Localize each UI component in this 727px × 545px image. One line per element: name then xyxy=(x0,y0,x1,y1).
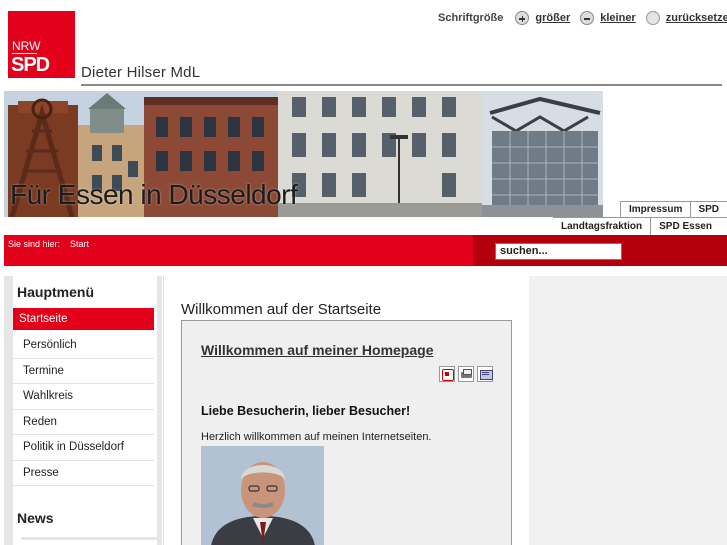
font-larger-label: größer xyxy=(535,12,571,24)
impressum-link[interactable]: Impressum xyxy=(621,204,690,215)
page: NRW SPD Schriftgröße größer kleiner zurü… xyxy=(0,0,727,545)
font-reset-button[interactable]: zurücksetzen xyxy=(645,11,727,25)
font-larger-button[interactable]: größer xyxy=(515,11,570,25)
spd-link[interactable]: SPD xyxy=(690,204,727,215)
email-icon[interactable] xyxy=(477,366,493,382)
sidebar-item-reden[interactable]: Reden xyxy=(13,410,154,435)
font-smaller-label: kleiner xyxy=(600,12,636,24)
sidebar-item-wahlkreis[interactable]: Wahlkreis xyxy=(13,384,154,410)
top-links-row-2: Landtagsfraktion SPD Essen xyxy=(553,217,727,235)
glass-building-graphic xyxy=(482,91,603,217)
spd-logo[interactable]: NRW SPD xyxy=(8,11,75,78)
font-size-label: Schriftgröße xyxy=(438,12,504,24)
sidebar-item-politik[interactable]: Politik in Düsseldorf xyxy=(13,435,154,461)
white-building-graphic xyxy=(278,91,482,217)
main-menu-title: Hauptmenü xyxy=(17,284,94,300)
portrait-photo xyxy=(201,446,324,545)
main-menu: Startseite Persönlich Termine Wahlkreis … xyxy=(13,308,154,486)
print-icon[interactable] xyxy=(458,366,474,382)
landtagsfraktion-link[interactable]: Landtagsfraktion xyxy=(553,221,650,232)
header-banner: Für Essen in Düsseldorf xyxy=(4,91,603,217)
sidebar-item-persoenlich[interactable]: Persönlich xyxy=(13,333,154,359)
plus-circle-icon xyxy=(515,11,530,25)
banner-slogan: Für Essen in Düsseldorf xyxy=(10,179,298,210)
article-greeting: Liebe Besucherin, lieber Besucher! xyxy=(201,404,411,418)
search-input[interactable]: suchen... xyxy=(495,243,622,260)
logo-spd-text: SPD xyxy=(11,54,50,76)
breadcrumb-start-link[interactable]: Start xyxy=(70,239,89,249)
font-size-tools: Schriftgröße größer kleiner zurücksetzen xyxy=(438,10,727,26)
font-reset-label: zurücksetzen xyxy=(665,12,727,24)
article-text: Herzlich willkommen auf meinen Internets… xyxy=(201,431,432,443)
article-box: Willkommen auf meiner Homepage Liebe Bes… xyxy=(181,320,512,545)
article-heading-link[interactable]: Willkommen auf meiner Homepage xyxy=(201,342,433,358)
breadcrumb-bar: Sie sind hier: Start suchen... xyxy=(4,235,727,266)
site-title: Dieter Hilser MdL xyxy=(81,64,201,81)
portrait-image xyxy=(201,446,324,545)
breadcrumb: Sie sind hier: Start xyxy=(8,239,89,249)
sidebar-item-termine[interactable]: Termine xyxy=(13,359,154,384)
minus-circle-icon xyxy=(580,11,595,25)
spd-essen-link[interactable]: SPD Essen xyxy=(651,221,720,232)
article-tools xyxy=(439,366,493,382)
sidebar-item-startseite[interactable]: Startseite xyxy=(13,308,154,330)
sidebar-item-presse[interactable]: Presse xyxy=(13,461,154,486)
logo-nrw-text: NRW xyxy=(12,39,41,53)
pdf-icon[interactable] xyxy=(439,366,455,382)
reset-circle-icon xyxy=(645,11,660,25)
news-divider xyxy=(21,537,161,540)
top-links-row-1: Impressum SPD xyxy=(620,201,727,218)
font-smaller-button[interactable]: kleiner xyxy=(580,11,636,25)
title-divider xyxy=(81,84,722,86)
news-title: News xyxy=(17,510,54,526)
right-column xyxy=(529,276,727,545)
page-title: Willkommen auf der Startseite xyxy=(181,301,382,318)
breadcrumb-label: Sie sind hier: xyxy=(8,239,61,249)
